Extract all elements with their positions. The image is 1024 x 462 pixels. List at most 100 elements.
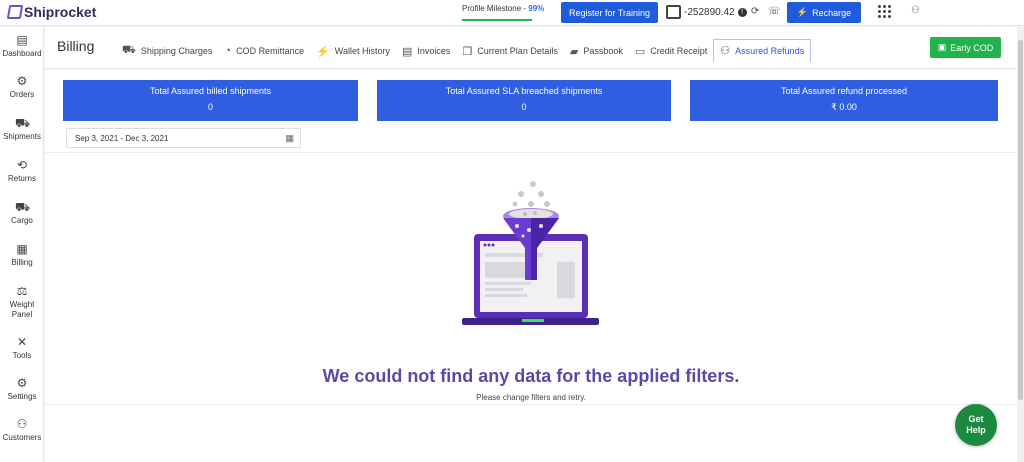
- cash-icon: ▣: [937, 42, 947, 52]
- tab-label: Assured Refunds: [735, 45, 805, 56]
- dashboard-icon: ▤: [16, 33, 28, 47]
- sidebar-item-weight-panel[interactable]: ⚖ Weight Panel: [0, 284, 44, 320]
- profile-milestone[interactable]: Profile Milestone - 99%: [462, 4, 544, 13]
- sidebar-item-orders[interactable]: ⚙ Orders: [0, 74, 44, 100]
- tab-credit-receipt[interactable]: ▭ Credit Receipt: [629, 39, 713, 63]
- customers-icon: ⚇: [16, 417, 28, 431]
- settings-icon: ⚙: [16, 376, 28, 390]
- tab-cod-remittance[interactable]: ◔ COD Remittance: [218, 39, 310, 63]
- billing-tabs: ⛟ Shipping Charges ◔ COD Remittance ⚡ Wa…: [116, 39, 812, 63]
- date-range-picker[interactable]: Sep 3, 2021 - Dec 3, 2021 ▦: [66, 128, 301, 148]
- sidebar-item-label: Dashboard: [2, 49, 42, 58]
- scrollbar-thumb[interactable]: [1018, 40, 1023, 400]
- wallet-icon: [666, 5, 681, 19]
- tab-label: Current Plan Details: [477, 46, 558, 56]
- brand-name: Shiprocket: [24, 4, 97, 20]
- invoice-icon: ▤: [401, 45, 413, 58]
- stat-value: 0: [521, 102, 527, 112]
- divider: [45, 404, 1017, 405]
- sidebar-item-billing[interactable]: ▦ Billing: [0, 242, 44, 268]
- stat-value: ₹ 0.00: [831, 102, 857, 112]
- stat-card-billed-shipments: Total Assured billed shipments 0: [63, 80, 358, 121]
- user-profile-icon[interactable]: ⚇: [911, 5, 920, 16]
- sidebar-item-settings[interactable]: ⚙ Settings: [0, 376, 44, 402]
- sidebar-item-tools[interactable]: ✕ Tools: [0, 335, 44, 361]
- truck-icon: ⛟: [122, 44, 136, 56]
- stat-card-sla-breached: Total Assured SLA breached shipments 0: [377, 80, 671, 121]
- tab-label: Wallet History: [334, 46, 390, 56]
- tab-current-plan-details[interactable]: ❐ Current Plan Details: [456, 39, 563, 63]
- phone-icon[interactable]: ☏: [768, 6, 781, 17]
- tab-shipping-charges[interactable]: ⛟ Shipping Charges: [116, 39, 218, 63]
- sidebar: ▤ Dashboard ⚙ Orders ⛟ Shipments ⟲ Retur…: [0, 27, 44, 462]
- recharge-button[interactable]: ⚡ Recharge: [787, 2, 861, 23]
- tab-label: Passbook: [583, 46, 623, 56]
- wallet-amount: -252890.42: [684, 6, 735, 18]
- tab-label: Shipping Charges: [140, 46, 213, 56]
- apps-grid-icon[interactable]: [878, 5, 891, 18]
- empty-state-illustration: [462, 181, 599, 325]
- milestone-progress-bar: [462, 19, 532, 21]
- register-training-button[interactable]: Register for Training: [561, 2, 658, 23]
- tab-label: Invoices: [417, 46, 451, 56]
- stat-label: Total Assured SLA breached shipments: [445, 86, 603, 96]
- divider: [45, 152, 1017, 153]
- copy-icon: ❐: [462, 45, 473, 58]
- sidebar-item-label: Shipments: [3, 132, 41, 141]
- sidebar-item-label: Weight: [9, 300, 35, 309]
- orders-icon: ⚙: [16, 74, 28, 88]
- recharge-label: Recharge: [812, 7, 852, 18]
- tab-assured-refunds[interactable]: ⚇ Assured Refunds: [713, 39, 812, 63]
- brand-logo[interactable]: Shiprocket: [6, 4, 97, 20]
- sidebar-item-label: Customers: [2, 433, 42, 442]
- tab-invoices[interactable]: ▤ Invoices: [396, 39, 456, 63]
- help-label-1: Get: [968, 414, 984, 424]
- stat-card-refund-processed: Total Assured refund processed ₹ 0.00: [690, 80, 998, 121]
- sidebar-item-label: Returns: [7, 174, 36, 183]
- billing-icon: ▦: [16, 242, 28, 256]
- stat-value: 0: [207, 102, 213, 112]
- returns-icon: ⟲: [16, 158, 28, 172]
- page-title: Billing: [57, 38, 95, 54]
- stat-label: Total Assured billed shipments: [149, 86, 272, 96]
- bolt-icon: ⚡: [316, 45, 330, 58]
- tools-icon: ✕: [16, 335, 28, 349]
- sidebar-item-cargo[interactable]: ⛟ Cargo: [0, 200, 44, 226]
- billing-header: Billing ⛟ Shipping Charges ◔ COD Remitta…: [45, 27, 1024, 69]
- wallet-balance[interactable]: -252890.42 !: [666, 5, 747, 19]
- coins-icon: ◔: [224, 45, 232, 57]
- tab-passbook[interactable]: ▰ Passbook: [564, 39, 629, 63]
- sidebar-item-dashboard[interactable]: ▤ Dashboard: [0, 33, 44, 59]
- empty-state-title: We could not find any data for the appli…: [322, 366, 740, 386]
- top-bar: Shiprocket Profile Milestone - 99% Regis…: [0, 0, 1024, 26]
- info-icon[interactable]: !: [737, 7, 747, 17]
- milestone-label: Profile Milestone -: [462, 4, 529, 13]
- stat-label: Total Assured refund processed: [780, 86, 908, 96]
- bolt-icon: ⚡: [796, 7, 809, 17]
- book-icon: ▰: [569, 45, 579, 58]
- date-range-value: Sep 3, 2021 - Dec 3, 2021: [75, 133, 169, 143]
- calendar-icon[interactable]: ▦: [285, 133, 294, 144]
- sidebar-item-label-2: Panel: [11, 310, 33, 319]
- register-training-label: Register for Training: [568, 7, 651, 18]
- milestone-value: 99%: [528, 4, 545, 13]
- weight-icon: ⚖: [16, 284, 28, 298]
- cargo-icon: ⛟: [15, 200, 31, 214]
- sidebar-item-returns[interactable]: ⟲ Returns: [0, 158, 44, 184]
- tab-wallet-history[interactable]: ⚡ Wallet History: [310, 39, 396, 63]
- receipt-icon: ▭: [634, 45, 646, 58]
- tab-label: Credit Receipt: [650, 46, 708, 56]
- get-help-button[interactable]: Get Help: [955, 404, 997, 446]
- sidebar-item-label: Orders: [9, 90, 35, 99]
- early-cod-button[interactable]: ▣ Early COD: [930, 37, 1001, 58]
- help-label-2: Help: [966, 425, 986, 435]
- refresh-icon[interactable]: ⟳: [751, 6, 759, 17]
- empty-state-subtitle: Please change filters and retry.: [476, 393, 586, 402]
- sidebar-item-customers[interactable]: ⚇ Customers: [0, 417, 44, 443]
- early-cod-label: Early COD: [950, 42, 994, 53]
- shiprocket-logo-icon: [6, 5, 24, 19]
- sidebar-item-shipments[interactable]: ⛟ Shipments: [0, 116, 44, 142]
- sidebar-item-label: Settings: [7, 392, 37, 401]
- sidebar-item-label: Tools: [12, 351, 32, 360]
- main-content: Total Assured billed shipments 0 Total A…: [45, 70, 1017, 462]
